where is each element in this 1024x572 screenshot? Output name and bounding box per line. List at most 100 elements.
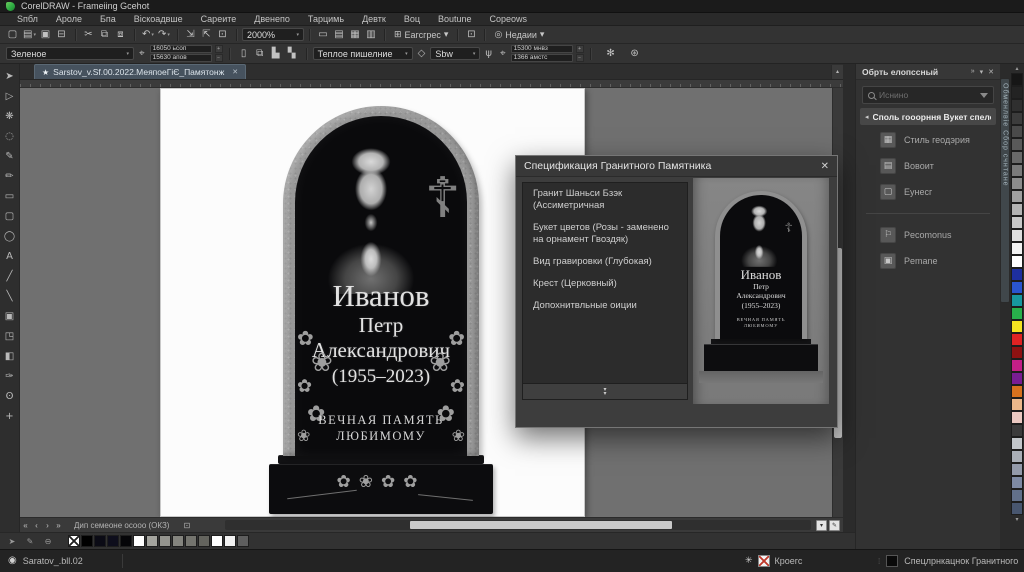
document-palette-swatch[interactable] [94,535,106,547]
presets-dropdown[interactable]: ⊞ Еагсгрес ▾ [390,29,452,40]
grid-dense-view-icon[interactable]: ▦ [347,27,363,42]
size-width-field[interactable]: 15300 мнвз [511,45,573,53]
rounded-rectangle-tool-icon[interactable]: ▢ [1,206,19,226]
palette-swatch[interactable] [1011,372,1023,385]
page-grid-icon[interactable]: ⊡ [183,521,190,530]
full-screen-preview-icon[interactable]: ▭ [315,27,331,42]
document-palette-swatch[interactable] [237,535,249,547]
position-fields[interactable]: 16050 ьсоп 15630 апов [150,45,212,62]
redo-icon[interactable]: ↷▾ [156,27,172,42]
palette-swatch[interactable] [1011,229,1023,242]
eyedropper-tool-icon[interactable]: ʘ [1,386,19,406]
specification-list-item[interactable]: Вид гравировки (Глубокая) [523,251,687,273]
palette-swatch[interactable] [1011,424,1023,437]
palette-swatch[interactable] [1011,281,1023,294]
next-page-button[interactable]: › [42,521,53,530]
list-scroll-down-button[interactable]: ▾ ▾ [522,384,688,400]
palette-swatch[interactable] [1011,112,1023,125]
freehand-tool-icon[interactable]: ✎ [1,146,19,166]
previous-page-button[interactable]: ‹ [31,521,42,530]
export-icon[interactable]: ⇱ [199,27,215,42]
palette-swatch[interactable] [1011,294,1023,307]
palette-swatch[interactable] [1011,138,1023,151]
palette-swatch[interactable] [1011,255,1023,268]
docker-item[interactable]: ▦ Стиль геодэрия [856,127,1000,153]
document-palette-swatch[interactable] [133,535,145,547]
document-palette-swatch[interactable] [120,535,132,547]
document-palette-swatch[interactable] [211,535,223,547]
undo-icon[interactable]: ↶▾ [140,27,156,42]
palette-swatch[interactable] [1011,307,1023,320]
docker-search[interactable] [862,86,994,104]
text-tool-icon[interactable]: A [1,246,19,266]
docker-item[interactable]: ▤ Вовоит [856,153,1000,179]
position-steppers[interactable]: +− [215,45,223,62]
palette-swatch[interactable] [1011,268,1023,281]
menu-item[interactable]: Boutune [429,14,481,24]
palette-swatch[interactable] [1011,151,1023,164]
line-tool-icon[interactable]: ╱ [1,266,19,286]
palette-swatch[interactable] [1011,411,1023,424]
menu-item[interactable]: Воц [395,14,429,24]
first-page-button[interactable]: « [20,521,31,530]
palette-swatch[interactable] [1011,359,1023,372]
palette-scroll-down-icon[interactable]: ▾ [1015,515,1018,524]
decrement-button[interactable]: − [576,54,584,62]
snap-corner-icon[interactable]: ▙ [268,46,284,61]
increment-button[interactable]: + [576,45,584,53]
zoom-level-select[interactable]: 2000%▾ [242,28,304,41]
position-y-field[interactable]: 15630 апов [150,54,212,62]
menu-item[interactable]: Тарцимь [299,14,353,24]
palette-swatch[interactable] [1011,99,1023,112]
powerclip-tool-icon[interactable]: ◳ [1,326,19,346]
quick-edit-button[interactable]: ✎ [829,520,840,531]
document-palette-swatch[interactable] [81,535,93,547]
monument-artwork[interactable]: ☦ Иванов Петр Александрович (1955–2023) … [269,106,493,516]
publish-icon[interactable]: ⊡ [215,27,231,42]
docker-item[interactable]: ⚐ Pecomonus [856,222,1000,248]
size-steppers[interactable]: +− [576,45,584,62]
pick-icon[interactable]: ➤ [6,537,18,546]
grid-view-icon[interactable]: ▤ [331,27,347,42]
filter-icon[interactable] [980,93,988,98]
new-document-icon[interactable]: ▢ [5,27,21,42]
remove-color-icon[interactable]: ⊖ [42,537,54,546]
rectangle-tool-icon[interactable]: ▭ [1,186,19,206]
position-x-field[interactable]: 16050 ьсоп [150,45,212,53]
collapse-icon[interactable]: » [971,68,975,76]
document-palette-swatch[interactable] [159,535,171,547]
grid-rows-view-icon[interactable]: ▥ [363,27,379,42]
brush-tool-icon[interactable]: ✑ [1,366,19,386]
pin-icon[interactable]: ▾ [980,68,984,76]
specification-list-item[interactable]: Крест (Церковный) [523,273,687,295]
palette-swatch[interactable] [1011,476,1023,489]
palette-swatch[interactable] [1011,463,1023,476]
specification-list-item[interactable]: Букет цветов (Розы - заменено на орнамен… [523,217,687,251]
last-page-button[interactable]: » [53,521,64,530]
palette-scroll-up-icon[interactable]: ▴ [1015,64,1018,73]
pick-tool-icon[interactable]: ➤ [1,66,19,86]
specification-list-item[interactable]: Допохнитвльные оиции [523,295,687,317]
horizontal-scrollbar[interactable] [225,520,811,530]
document-palette-swatch[interactable] [146,535,158,547]
docker-item[interactable]: ▢ Еунесг [856,179,1000,205]
mode-select[interactable]: Теплое пишелние▾ [313,47,413,60]
palette-swatch[interactable] [1011,86,1023,99]
knife-tool-icon[interactable]: ❋ [1,106,19,126]
menu-item[interactable]: Двенепо [245,14,299,24]
preset-select[interactable]: Зеленое▾ [6,47,134,60]
close-icon[interactable]: ✕ [988,68,994,76]
outline-width-select[interactable]: Sbw▾ [430,47,480,60]
decrement-button[interactable]: − [215,54,223,62]
scroll-up-button[interactable]: ▴ [831,65,843,79]
palette-swatch[interactable] [1011,190,1023,203]
frame-tool-icon[interactable]: ▣ [1,306,19,326]
document-tab[interactable]: ★ Sarstov_v.Sf.00.2022.МеяпоеГіЄ_Памятон… [34,64,246,79]
palette-swatch[interactable] [1011,502,1023,515]
cut-icon[interactable]: ✂ [81,27,97,42]
palette-swatch[interactable] [1011,125,1023,138]
open-icon[interactable]: ▤▾ [21,27,38,42]
shape-tool-icon[interactable]: ▷ [1,86,19,106]
welcome-dropdown[interactable]: ◎ Недаии ▾ [490,29,548,40]
increment-button[interactable]: + [215,45,223,53]
